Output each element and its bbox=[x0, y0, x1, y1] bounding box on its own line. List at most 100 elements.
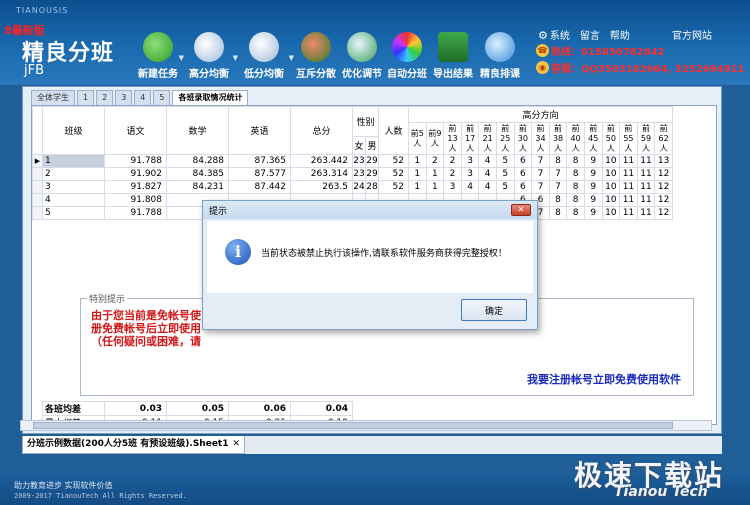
cell-top-n[interactable]: 11 bbox=[636, 180, 656, 194]
cell-top-n[interactable]: 7 bbox=[531, 180, 550, 194]
tab-6[interactable]: 各班录取情况统计 bbox=[172, 90, 249, 106]
tab-5[interactable]: 5 bbox=[153, 90, 171, 105]
cell-top-n[interactable]: 7 bbox=[548, 167, 568, 181]
cell-top-n[interactable]: 11 bbox=[619, 167, 638, 181]
cell-chinese[interactable]: 91.827 bbox=[104, 180, 167, 194]
toolbar-button-7[interactable]: 导出结果 bbox=[430, 30, 476, 84]
cell-count[interactable]: 52 bbox=[378, 180, 409, 194]
cell-class[interactable]: 1 bbox=[42, 154, 105, 168]
cell-count[interactable]: 52 bbox=[378, 154, 409, 168]
cell-top-n[interactable]: 12 bbox=[654, 206, 673, 220]
official-site-link[interactable]: 官方网站 bbox=[672, 27, 712, 42]
scrollbar-thumb[interactable] bbox=[33, 422, 673, 429]
cell-female[interactable]: 24 bbox=[352, 180, 366, 194]
toolbar-button-3[interactable]: ▼ 低分均衡 bbox=[236, 30, 294, 84]
cell-top-n[interactable]: 1 bbox=[408, 167, 427, 181]
cell-top-n[interactable]: 4 bbox=[478, 167, 497, 181]
row-pointer[interactable] bbox=[32, 206, 43, 220]
cell-top-n[interactable]: 10 bbox=[601, 167, 621, 181]
cell-top-n[interactable]: 8 bbox=[566, 193, 585, 207]
row-pointer[interactable] bbox=[32, 193, 43, 207]
tab-4[interactable]: 4 bbox=[134, 90, 152, 105]
cell-top-n[interactable]: 5 bbox=[495, 154, 515, 168]
cell-top-n[interactable]: 1 bbox=[425, 180, 445, 194]
cell-top-n[interactable]: 2 bbox=[425, 154, 445, 168]
cell-male[interactable]: 29 bbox=[365, 167, 379, 181]
cell-top-n[interactable]: 10 bbox=[601, 180, 621, 194]
cell-top-n[interactable]: 3 bbox=[460, 154, 480, 168]
cell-class[interactable]: 2 bbox=[42, 167, 105, 181]
cell-top-n[interactable]: 8 bbox=[566, 180, 585, 194]
cell-top-n[interactable]: 1 bbox=[425, 167, 445, 181]
toolbar-button-1[interactable]: ▼ 新建任务 bbox=[134, 30, 184, 84]
cell-math[interactable]: 84.385 bbox=[166, 167, 229, 181]
row-pointer[interactable]: ▶ bbox=[32, 154, 43, 168]
cell-top-n[interactable]: 8 bbox=[566, 154, 585, 168]
cell-top-n[interactable]: 2 bbox=[443, 167, 462, 181]
help-link[interactable]: 帮助 bbox=[610, 27, 630, 42]
cell-top-n[interactable]: 3 bbox=[460, 167, 480, 181]
cell-top-n[interactable]: 8 bbox=[548, 206, 568, 220]
dialog-close-button[interactable]: ✕ bbox=[511, 204, 531, 216]
cell-top-n[interactable]: 7 bbox=[531, 154, 550, 168]
cell-top-n[interactable]: 12 bbox=[654, 193, 673, 207]
cell-top-n[interactable]: 8 bbox=[548, 154, 568, 168]
cell-top-n[interactable]: 6 bbox=[513, 154, 533, 168]
cell-top-n[interactable]: 1 bbox=[408, 180, 427, 194]
message-link[interactable]: 留言 bbox=[580, 27, 600, 42]
cell-top-n[interactable]: 4 bbox=[478, 180, 497, 194]
cell-english[interactable]: 87.442 bbox=[228, 180, 291, 194]
cell-top-n[interactable]: 9 bbox=[583, 167, 603, 181]
sheet-tab[interactable]: 分班示例数据(200人分5班 有预设班级).Sheet1 ✕ bbox=[22, 436, 246, 454]
cell-top-n[interactable]: 8 bbox=[566, 206, 585, 220]
cell-total[interactable]: 263.5 bbox=[290, 180, 353, 194]
cell-top-n[interactable]: 9 bbox=[583, 180, 603, 194]
cell-top-n[interactable]: 10 bbox=[601, 154, 621, 168]
cell-top-n[interactable]: 4 bbox=[478, 154, 497, 168]
tab-1[interactable]: 1 bbox=[77, 90, 95, 105]
cell-top-n[interactable]: 9 bbox=[583, 154, 603, 168]
tab-3[interactable]: 3 bbox=[115, 90, 133, 105]
cell-top-n[interactable]: 12 bbox=[654, 167, 673, 181]
cell-top-n[interactable]: 9 bbox=[583, 193, 603, 207]
cell-total[interactable]: 263.442 bbox=[290, 154, 353, 168]
cell-top-n[interactable]: 1 bbox=[408, 154, 427, 168]
cell-english[interactable]: 87.365 bbox=[228, 154, 291, 168]
cell-top-n[interactable]: 5 bbox=[495, 180, 515, 194]
cell-top-n[interactable]: 11 bbox=[636, 206, 656, 220]
cell-top-n[interactable]: 9 bbox=[583, 206, 603, 220]
table-row[interactable]: ▶ 1 91.788 84.288 87.365 263.442 23 29 52 1 2 2 3 4 5 6… bbox=[32, 154, 673, 168]
cell-top-n[interactable]: 11 bbox=[636, 167, 656, 181]
tab-0[interactable]: 全体学生 bbox=[31, 90, 75, 105]
cell-chinese[interactable]: 91.808 bbox=[104, 193, 167, 207]
cell-top-n[interactable]: 4 bbox=[460, 180, 480, 194]
cell-top-n[interactable]: 12 bbox=[654, 180, 673, 194]
cell-chinese[interactable]: 91.902 bbox=[104, 167, 167, 181]
table-row[interactable]: 3 91.827 84.231 87.442 263.5 24 28 52 1 1 3 4 4 5 6 7 7 8… bbox=[32, 180, 673, 194]
toolbar-button-5[interactable]: 优化调节 bbox=[340, 30, 384, 84]
cell-top-n[interactable]: 7 bbox=[548, 180, 568, 194]
cell-class[interactable]: 5 bbox=[42, 206, 105, 220]
cell-math[interactable]: 84.231 bbox=[166, 180, 229, 194]
row-pointer[interactable] bbox=[32, 167, 43, 181]
horizontal-scrollbar[interactable] bbox=[20, 420, 712, 431]
cell-english[interactable]: 87.577 bbox=[228, 167, 291, 181]
cell-count[interactable]: 52 bbox=[378, 167, 409, 181]
cell-top-n[interactable]: 11 bbox=[619, 193, 638, 207]
cell-top-n[interactable]: 11 bbox=[619, 154, 638, 168]
cell-male[interactable]: 28 bbox=[365, 180, 379, 194]
cell-top-n[interactable]: 11 bbox=[636, 193, 656, 207]
cell-top-n[interactable]: 13 bbox=[654, 154, 673, 168]
cell-class[interactable]: 4 bbox=[42, 193, 105, 207]
cell-female[interactable]: 23 bbox=[352, 154, 366, 168]
cell-top-n[interactable]: 8 bbox=[548, 193, 568, 207]
cell-top-n[interactable]: 10 bbox=[601, 193, 621, 207]
cell-chinese[interactable]: 91.788 bbox=[104, 154, 167, 168]
cell-male[interactable]: 29 bbox=[365, 154, 379, 168]
cell-female[interactable]: 23 bbox=[352, 167, 366, 181]
cell-top-n[interactable]: 11 bbox=[619, 206, 638, 220]
register-link[interactable]: 我要注册帐号立即免费使用软件 bbox=[527, 371, 681, 387]
cell-class[interactable]: 3 bbox=[42, 180, 105, 194]
cell-top-n[interactable]: 8 bbox=[566, 167, 585, 181]
cell-top-n[interactable]: 5 bbox=[495, 167, 515, 181]
